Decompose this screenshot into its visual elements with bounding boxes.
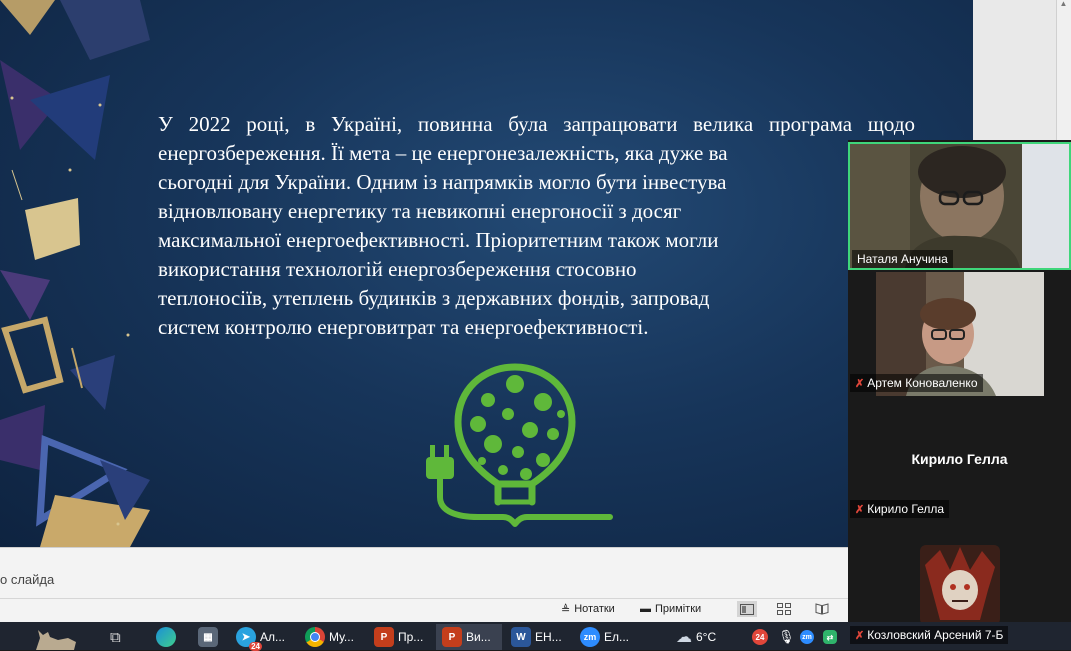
taskbar-app-label: Ел...: [604, 630, 630, 644]
notes-placeholder[interactable]: о слайда: [0, 572, 54, 587]
zoom-tray-icon: zm: [800, 630, 814, 644]
tray-telegram[interactable]: 24: [752, 624, 768, 650]
taskbar-app-label: Ал...: [260, 630, 286, 644]
participant-name-tag: ✗ Кирило Гелла: [850, 500, 950, 518]
wolf-widget-icon[interactable]: [28, 624, 88, 650]
taskbar-app-label: ЕН...: [535, 630, 562, 644]
participant-name-tag: ✗ Артем Коноваленко: [850, 374, 983, 392]
slide-body-text: У 2022 році, в Україні, повинна була зап…: [158, 112, 915, 339]
chrome-icon: [305, 627, 325, 647]
normal-view-icon[interactable]: [737, 601, 757, 617]
energy-bulb-icon: [426, 363, 613, 527]
powerpoint-icon: P: [374, 627, 394, 647]
status-bar: [0, 598, 848, 623]
participant-name: Наталя Анучина: [857, 252, 948, 266]
calculator-button[interactable]: ▦: [198, 624, 218, 650]
comments-button[interactable]: ▬ Примітки: [640, 598, 701, 620]
tray-badge: 24: [755, 632, 765, 642]
taskbar-app-label: Пр...: [398, 630, 424, 644]
scroll-up-arrow-icon[interactable]: ▲: [1058, 0, 1069, 8]
mic-muted-icon: ✗: [855, 377, 865, 390]
tray-zoom[interactable]: zm: [800, 624, 814, 650]
taskbar-app-powerpoint-active[interactable]: P Ви...: [436, 624, 502, 650]
notes-icon: ≜: [561, 603, 571, 616]
taskbar-app-word[interactable]: W ЕН...: [511, 624, 562, 650]
calculator-icon: ▦: [198, 627, 218, 647]
taskbar-app-zoom[interactable]: zm Ел...: [580, 624, 629, 650]
comments-icon: ▬: [640, 603, 651, 615]
taskbar-app-powerpoint-1[interactable]: P Пр...: [374, 624, 423, 650]
weather-temperature: 6°C: [696, 630, 717, 644]
edge-button[interactable]: [156, 624, 176, 650]
slide-sorter-view-icon[interactable]: [774, 601, 794, 617]
notes-pane[interactable]: [0, 547, 848, 598]
participant-name: Козловский Арсений 7-Б: [867, 628, 1004, 642]
participant-name: Кирило Гелла: [867, 502, 945, 516]
taskbar-app-chrome[interactable]: Му...: [305, 624, 354, 650]
participant-tile[interactable]: [848, 522, 1071, 625]
mic-muted-icon: ✗: [855, 629, 865, 642]
task-view-button[interactable]: ⧉: [110, 624, 121, 650]
slide-canvas: У 2022 році, в Україні, повинна була зап…: [0, 0, 973, 547]
comments-button-label: Примітки: [655, 603, 702, 615]
participant-tile[interactable]: Наталя Анучина: [848, 142, 1071, 270]
participant-name: Артем Коноваленко: [867, 376, 978, 390]
tray-app[interactable]: ⇄: [823, 624, 837, 650]
participant-display-name: Кирило Гелла: [911, 451, 1008, 467]
edge-icon: [156, 627, 176, 647]
weather-widget[interactable]: ☁ 6°C: [676, 624, 716, 650]
participant-name-tag: Наталя Анучина: [852, 250, 953, 268]
reading-view-icon[interactable]: [812, 601, 832, 617]
mic-muted-icon: ✗: [855, 503, 865, 516]
microphone-icon: 🎙: [778, 629, 795, 644]
task-view-icon: ⧉: [110, 628, 121, 646]
telegram-icon: ➤ 24: [236, 627, 262, 651]
word-icon: W: [511, 627, 531, 647]
green-app-icon: ⇄: [823, 630, 837, 644]
taskbar-app-label: Ви...: [466, 630, 491, 644]
participant-tile[interactable]: Кирило Гелла ✗ Кирило Гелла: [848, 396, 1071, 522]
taskbar-app-label: Му...: [329, 630, 354, 644]
taskbar-app-telegram[interactable]: ➤ 24 Ал...: [236, 624, 286, 651]
avatar: [920, 545, 1000, 625]
powerpoint-icon: P: [442, 627, 462, 647]
notes-button[interactable]: ≜ Нотатки: [561, 598, 615, 620]
telegram-tray-icon: 24: [752, 629, 768, 645]
participant-name-tag: ✗ Козловский Арсений 7-Б: [850, 626, 1009, 644]
tray-microphone[interactable]: 🎙: [778, 624, 795, 650]
zoom-icon: zm: [580, 627, 600, 647]
participant-tile[interactable]: ✗ Артем Коноваленко: [848, 270, 1071, 396]
cloud-icon: ☁: [676, 629, 692, 646]
notes-button-label: Нотатки: [574, 603, 615, 615]
